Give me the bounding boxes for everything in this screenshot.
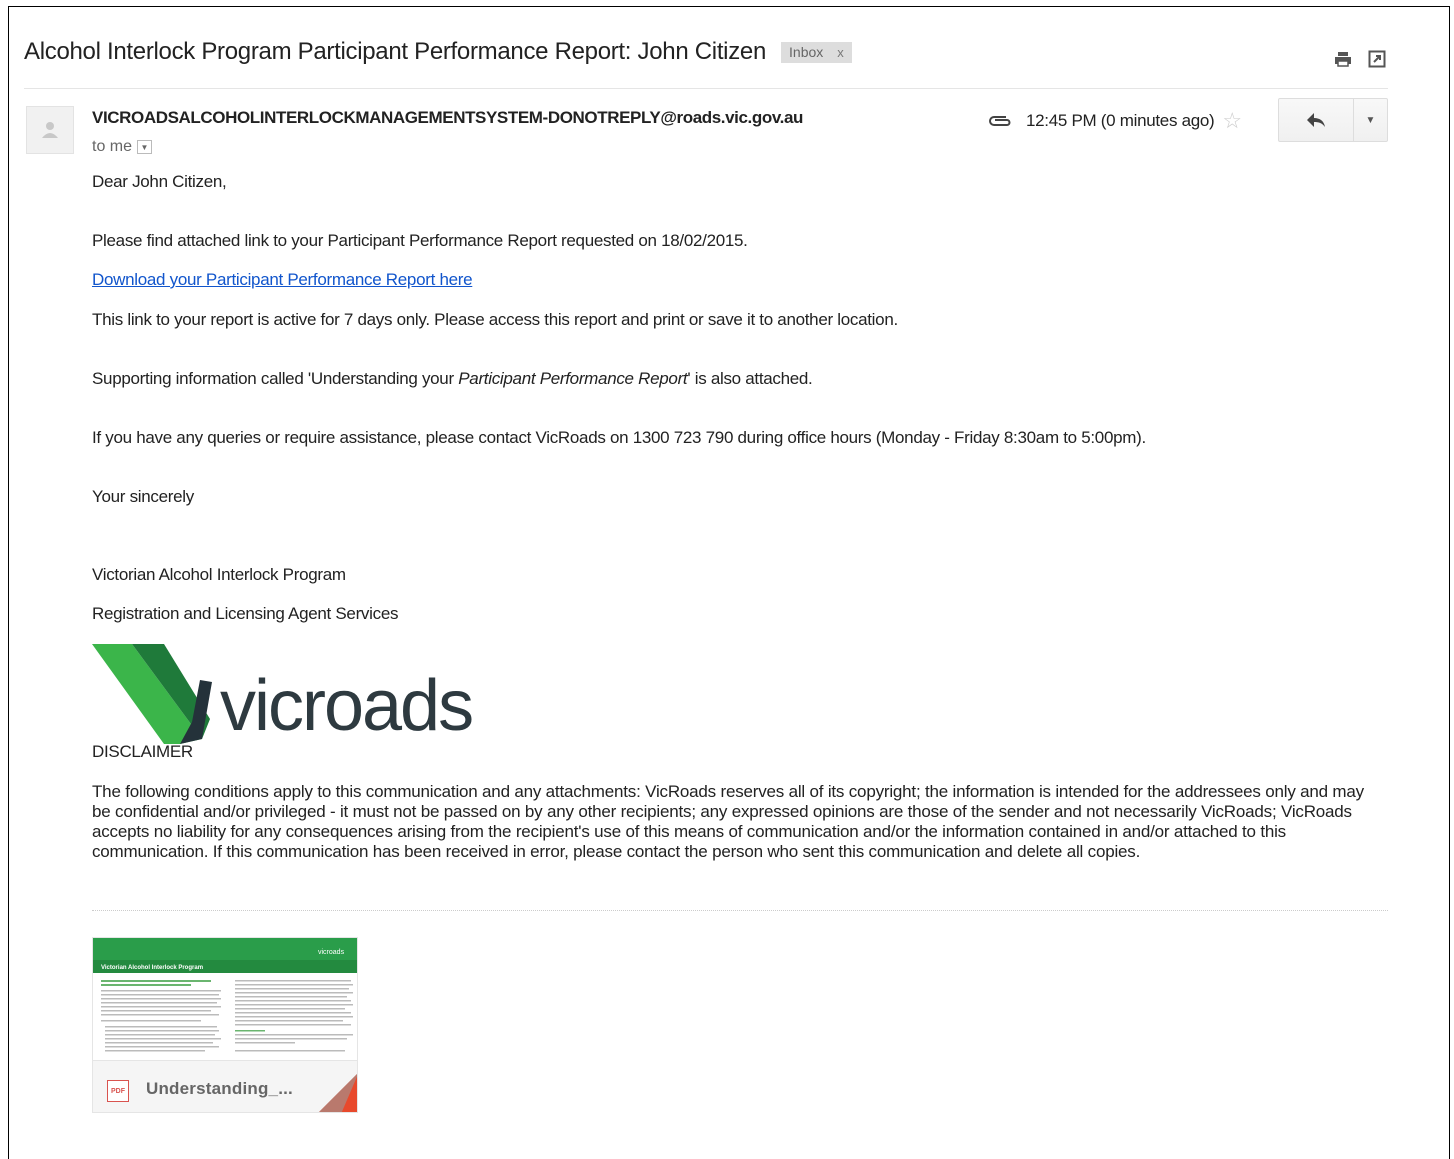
new-window-icon[interactable] (1368, 50, 1386, 68)
vicroads-logo: vicroads (92, 644, 524, 746)
paperclip-icon (989, 116, 1011, 126)
avatar[interactable] (26, 106, 74, 154)
recipient-line: to me ▼ (92, 138, 153, 156)
inbox-label[interactable]: Inbox x (781, 41, 852, 63)
message-time[interactable]: 12:45 PM (0 minutes ago) (1026, 111, 1215, 131)
paragraph-supporting-info: Supporting information called 'Understan… (92, 369, 813, 389)
greeting: Dear John Citizen, (92, 172, 227, 191)
star-icon[interactable]: ☆ (1222, 108, 1242, 134)
attachment-card[interactable]: Victorian Alcohol Interlock Program vicr… (92, 937, 358, 1113)
attachments-divider (92, 910, 1388, 911)
print-icon[interactable] (1334, 50, 1352, 68)
recipient-text: to me (92, 138, 133, 155)
more-options-button[interactable]: ▼ (1354, 99, 1387, 141)
reply-icon (1307, 113, 1325, 127)
show-details-button[interactable]: ▼ (137, 140, 153, 154)
person-icon (42, 122, 58, 138)
logo-wordmark: vicroads (220, 666, 472, 744)
attachment-name[interactable]: Understanding_... (146, 1079, 293, 1099)
disclaimer-title: DISCLAIMER (92, 742, 193, 761)
subject-row: Alcohol Interlock Program Participant Pe… (24, 38, 852, 66)
top-actions (1334, 50, 1386, 68)
supporting-info-text-b: ' is also attached. (687, 369, 813, 388)
remove-label-button[interactable]: x (837, 45, 844, 60)
paragraph-request: Please find attached link to your Partic… (92, 231, 748, 250)
pdf-icon: PDF (107, 1080, 129, 1102)
download-link-line: Download your Participant Performance Re… (92, 270, 473, 290)
header-divider (24, 88, 1388, 89)
message-meta: 12:45 PM (0 minutes ago) ☆ (986, 108, 1242, 134)
attachment-fold-icon (319, 1074, 357, 1112)
thumbnail-logo-text: vicroads (318, 949, 345, 956)
signature-line-2: Registration and Licensing Agent Service… (92, 604, 399, 623)
reply-button[interactable] (1279, 99, 1354, 141)
inbox-label-text: Inbox (789, 44, 824, 60)
supporting-info-title: Participant Performance Report (458, 369, 688, 388)
thumbnail-header-text: Victorian Alcohol Interlock Program (101, 965, 203, 971)
signature-line-1: Victorian Alcohol Interlock Program (92, 565, 346, 584)
disclaimer-text: The following conditions apply to this c… (92, 782, 1364, 861)
paragraph-contact: If you have any queries or require assis… (92, 428, 1146, 447)
supporting-info-text-a: Supporting information called 'Understan… (92, 369, 459, 388)
closing: Your sincerely (92, 487, 194, 506)
sender-address[interactable]: VICROADSALCOHOLINTERLOCKMANAGEMENTSYSTEM… (92, 108, 907, 128)
chevron-down-icon: ▼ (1365, 114, 1376, 126)
email-subject: Alcohol Interlock Program Participant Pe… (24, 38, 767, 65)
paragraph-link-expiry: This link to your report is active for 7… (92, 310, 898, 329)
download-report-link[interactable]: Download your Participant Performance Re… (92, 270, 473, 289)
reply-actions: ▼ (1278, 98, 1388, 142)
attachment-thumbnail: Victorian Alcohol Interlock Program vicr… (93, 938, 357, 1060)
